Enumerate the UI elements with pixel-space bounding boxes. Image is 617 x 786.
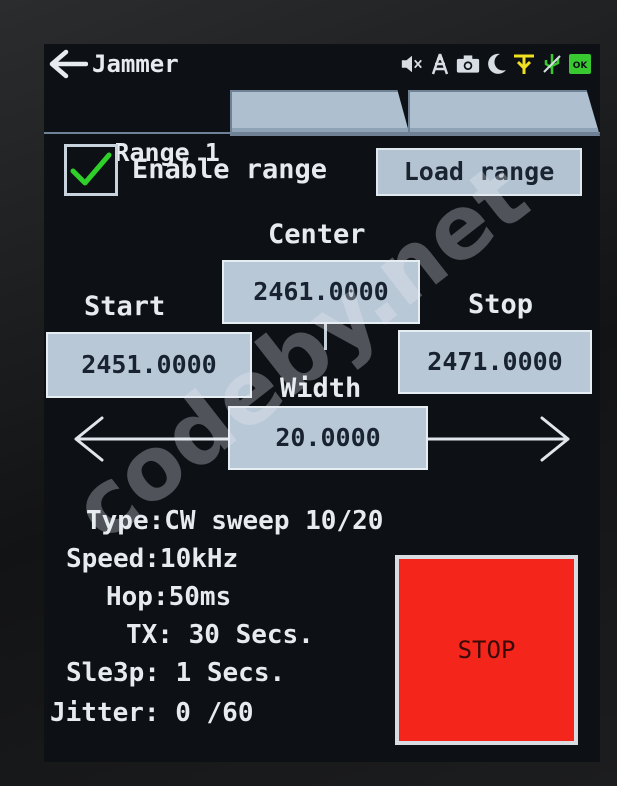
stop-button-label: STOP bbox=[457, 636, 516, 664]
speed-info: Speed:10kHz bbox=[66, 544, 239, 574]
width-value-box[interactable]: 20.0000 bbox=[228, 406, 428, 470]
mute-icon bbox=[400, 52, 424, 76]
center-label: Center bbox=[268, 219, 366, 250]
signal-icon bbox=[512, 52, 536, 76]
hop-info: Hop:50ms bbox=[106, 582, 232, 612]
screen: Jammer OK Range 1 Range 2 Range 3 bbox=[44, 44, 600, 762]
tab-range-3[interactable]: Range 3 bbox=[408, 90, 600, 136]
page-title: Jammer bbox=[92, 50, 179, 78]
stop-value-box[interactable]: 2471.0000 bbox=[398, 330, 592, 394]
back-arrow-icon[interactable] bbox=[48, 48, 88, 80]
tab-range-2[interactable]: Range 2 bbox=[230, 90, 410, 136]
center-connector bbox=[324, 324, 327, 350]
svg-text:OK: OK bbox=[573, 61, 589, 71]
jitter-info: Jitter: 0 /60 bbox=[50, 698, 254, 728]
battery-icon: OK bbox=[568, 52, 592, 76]
sleep-info: Sle3p: 1 Secs. bbox=[66, 658, 286, 688]
stop-label: Stop bbox=[468, 289, 534, 320]
tx-info: TX: 30 Secs. bbox=[126, 620, 314, 650]
enable-range-checkbox[interactable] bbox=[64, 144, 118, 196]
camera-icon bbox=[456, 52, 480, 76]
width-label: Width bbox=[280, 373, 362, 404]
type-info: Type:CW sweep 10/20 bbox=[86, 506, 384, 536]
center-value-box[interactable]: 2461.0000 bbox=[222, 260, 420, 324]
start-label: Start bbox=[84, 291, 166, 322]
stop-button[interactable]: STOP bbox=[395, 555, 578, 745]
moon-icon bbox=[484, 52, 508, 76]
tower-icon bbox=[428, 52, 452, 76]
start-value-box[interactable]: 2451.0000 bbox=[46, 332, 252, 398]
status-bar: OK bbox=[400, 52, 592, 76]
tab-range-1[interactable]: Range 1 bbox=[44, 90, 230, 167]
load-range-button[interactable]: Load range bbox=[376, 148, 582, 196]
usb-icon bbox=[540, 52, 564, 76]
check-icon bbox=[70, 152, 112, 186]
tab-divider bbox=[44, 132, 600, 134]
enable-range-label: Enable range bbox=[132, 154, 328, 185]
